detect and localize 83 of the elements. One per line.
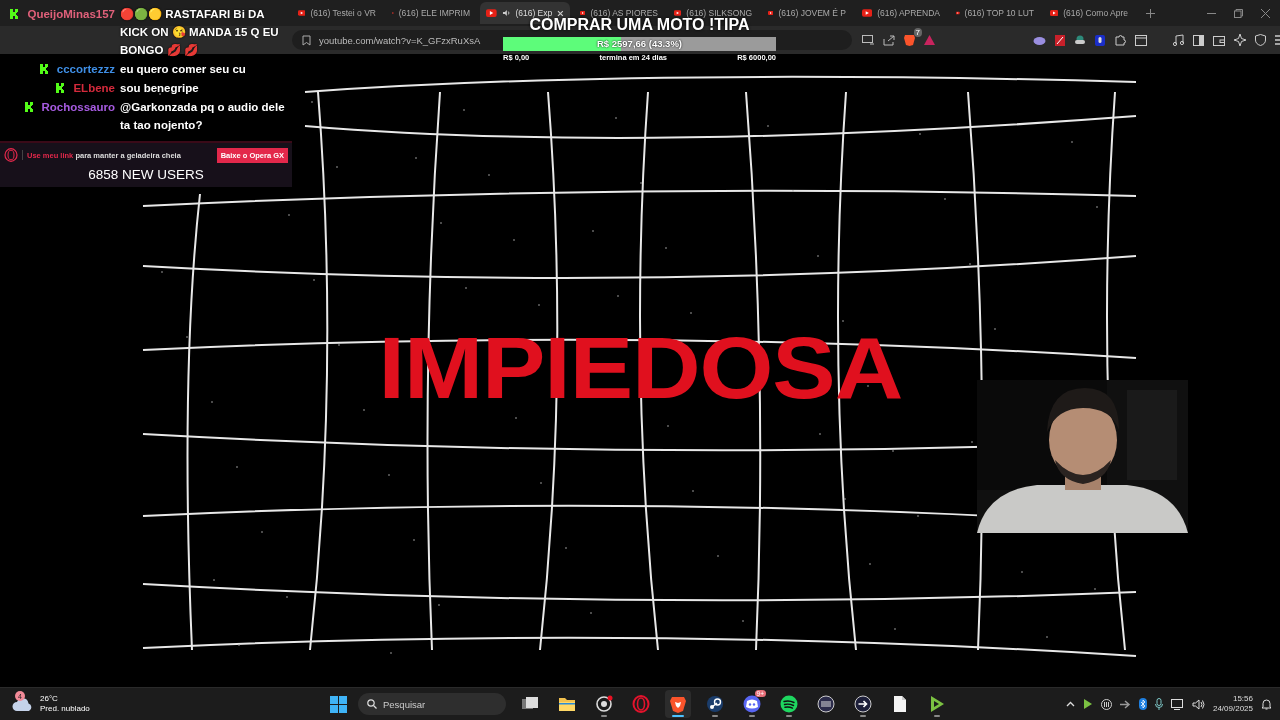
running-indicator	[712, 715, 718, 717]
browser-tab[interactable]: (616) TOP 10 LUT	[950, 2, 1040, 24]
user-counter: 6858 NEW USERS	[87, 167, 205, 182]
chevron-up-icon[interactable]	[1065, 701, 1075, 707]
wallet-icon[interactable]	[1213, 34, 1225, 46]
opera-icon	[4, 148, 18, 162]
restore-icon[interactable]	[1234, 8, 1243, 18]
cloud-icon[interactable]	[1033, 35, 1046, 45]
triangle-icon[interactable]	[924, 35, 935, 45]
face-mask-icon[interactable]	[1074, 34, 1086, 46]
cast-icon[interactable]	[862, 35, 874, 45]
chat-username[interactable]: Rochossauro	[41, 98, 115, 116]
browser-tab[interactable]: (616) ELE IMPRIM	[386, 2, 476, 24]
chat-username[interactable]: QueijoMinas157	[27, 5, 115, 23]
browser-tab[interactable]: (616) Como Apre	[1044, 2, 1134, 24]
chat-message: eu quero comer seu cu	[120, 62, 247, 77]
platform-icon	[10, 9, 20, 19]
search-field[interactable]: Pesquisar	[358, 693, 506, 715]
platform-icon	[39, 64, 49, 74]
ring-icon[interactable]	[595, 695, 613, 713]
mouse-icon[interactable]	[1095, 34, 1105, 46]
document-icon[interactable]	[893, 695, 907, 713]
video-logo-icon	[768, 9, 774, 17]
monitor-icon[interactable]	[1170, 698, 1184, 710]
cloud-icon[interactable]	[12, 696, 34, 712]
play-icon[interactable]	[1082, 699, 1093, 709]
close-icon[interactable]	[1261, 8, 1270, 18]
spotify-icon[interactable]	[780, 695, 798, 713]
bars-icon[interactable]	[817, 695, 835, 713]
steam-icon[interactable]	[706, 695, 724, 713]
video-logo-icon	[580, 9, 586, 17]
taskbar-app[interactable]	[665, 690, 691, 718]
clock-date[interactable]: 24/09/2025	[1212, 704, 1253, 714]
video-logo-icon	[1050, 9, 1059, 17]
chat-username[interactable]: cccortezzz	[56, 60, 115, 78]
speaker-icon[interactable]	[501, 9, 511, 17]
volume-icon[interactable]	[1191, 698, 1205, 710]
bluetooth-icon[interactable]	[1138, 698, 1147, 710]
music-icon[interactable]	[1173, 34, 1184, 46]
temperature: 26°C	[40, 694, 59, 704]
start-icon[interactable]	[330, 695, 347, 713]
running-indicator	[749, 715, 755, 717]
arrow-icon[interactable]	[1119, 699, 1131, 709]
pen-icon[interactable]	[1055, 34, 1065, 46]
folder-icon[interactable]	[558, 696, 576, 712]
opera-icon[interactable]	[632, 695, 650, 713]
notification-badge: 7	[913, 28, 922, 37]
running-indicator	[786, 715, 792, 717]
bars-icon[interactable]	[1100, 698, 1112, 710]
running-indicator	[860, 715, 866, 717]
chat-username[interactable]: ELbene	[73, 79, 115, 97]
play-icon[interactable]	[928, 695, 946, 713]
search-icon	[367, 699, 377, 709]
lion-icon[interactable]	[669, 695, 687, 713]
video-logo-icon	[956, 9, 960, 17]
sidebar-icon[interactable]	[1193, 34, 1204, 46]
running-indicator	[601, 715, 607, 717]
plus-icon[interactable]	[1146, 8, 1155, 18]
browser-tab[interactable]: (616) Testei o VR	[292, 2, 382, 24]
shield-icon[interactable]	[1255, 34, 1266, 46]
chat-message: sou benegripe	[120, 81, 200, 96]
weather-forecast: Pred. nublado	[40, 704, 90, 714]
window-icon[interactable]	[1135, 34, 1147, 46]
sparkle-icon[interactable]	[1234, 34, 1246, 46]
share-icon[interactable]	[883, 34, 895, 46]
browser-tab[interactable]: (616) APRENDA	[856, 2, 946, 24]
close-icon[interactable]	[557, 9, 564, 17]
clock-time[interactable]: 15:56	[1232, 694, 1253, 704]
platform-icon	[56, 83, 66, 93]
running-indicator	[672, 715, 684, 717]
puzzle-icon[interactable]	[1114, 34, 1126, 46]
video-logo-icon	[674, 9, 682, 17]
platform-icon	[24, 102, 34, 112]
running-indicator	[934, 715, 940, 717]
video-logo-icon	[862, 9, 873, 17]
video-logo-icon	[486, 9, 497, 17]
controller-icon[interactable]	[743, 695, 761, 713]
chat-message: @Garkonzada pq o audio dele ta tao nojento?	[120, 100, 286, 133]
bookmark-icon[interactable]	[302, 34, 311, 46]
browser-tab[interactable]: (616) JOVEM É P	[762, 2, 852, 24]
video-logo-icon	[298, 9, 306, 17]
microphone-icon[interactable]	[1154, 698, 1163, 710]
bell-icon[interactable]	[1261, 698, 1272, 710]
